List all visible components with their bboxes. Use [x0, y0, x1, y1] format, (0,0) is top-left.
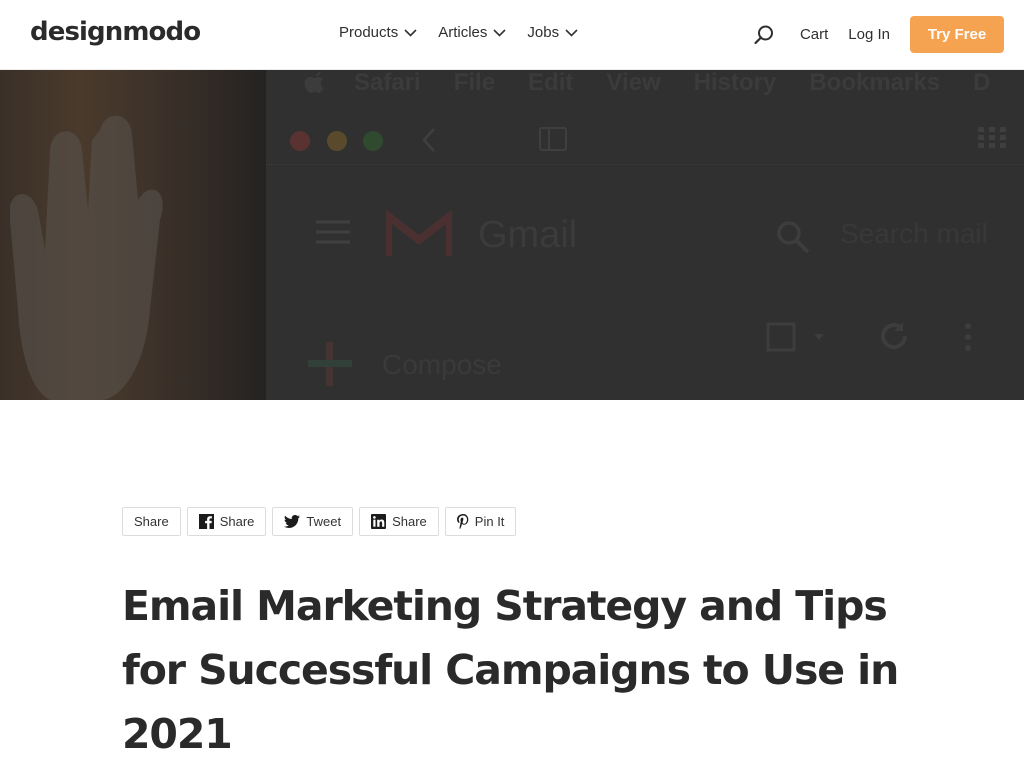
nav-articles[interactable]: Articles	[438, 24, 506, 41]
facebook-share-label: Share	[219, 514, 255, 529]
nav-jobs[interactable]: Jobs	[527, 24, 578, 41]
browser-toolbar	[266, 115, 1024, 165]
apple-icon	[304, 72, 324, 93]
try-free-button[interactable]: Try Free	[910, 16, 1004, 53]
main-nav: Products Articles Jobs	[339, 24, 599, 41]
hamburger-menu-icon	[316, 220, 350, 244]
site-header: designmodo Products Articles Jobs Cart L…	[0, 0, 1024, 70]
hero-hand-area	[0, 70, 266, 400]
twitter-tweet-button[interactable]: Tweet	[272, 507, 354, 536]
nav-articles-label: Articles	[438, 24, 488, 41]
nav-products[interactable]: Products	[339, 24, 417, 41]
chevron-down-icon	[565, 28, 578, 37]
linkedin-share-button[interactable]: Share	[359, 507, 439, 536]
search-icon[interactable]	[753, 24, 775, 46]
apps-grid-icon	[978, 127, 1006, 148]
mac-menu-item: View	[606, 70, 661, 96]
select-checkbox-icon	[766, 322, 824, 352]
compose-label: Compose	[382, 349, 502, 380]
mac-menu-item: Bookmarks	[809, 70, 941, 96]
mac-menu-item: History	[693, 70, 777, 96]
window-minimize-dot	[327, 131, 347, 151]
cart-link[interactable]: Cart	[800, 26, 828, 43]
gmail-search-icon	[777, 221, 810, 254]
share-button[interactable]: Share	[122, 507, 181, 536]
share-label: Share	[134, 514, 169, 529]
article-title: Email Marketing Strategy and Tips for Su…	[122, 582, 899, 758]
chevron-down-icon	[404, 28, 417, 37]
linkedin-share-label: Share	[392, 514, 427, 529]
window-zoom-dot	[363, 131, 383, 151]
hand-silhouette	[10, 115, 163, 400]
linkedin-icon	[371, 514, 387, 529]
pinterest-pin-button[interactable]: Pin It	[444, 507, 517, 536]
twitter-tweet-label: Tweet	[306, 514, 342, 529]
share-bar: Share Share Tweet Share Pin It	[122, 507, 517, 536]
gmail-app-name: Gmail	[478, 214, 578, 256]
chevron-down-icon	[493, 28, 506, 37]
pinterest-icon	[456, 514, 469, 529]
sidebar-toggle-icon	[539, 127, 567, 151]
mac-menu-item: Edit	[528, 70, 574, 96]
facebook-share-button[interactable]: Share	[186, 507, 267, 536]
window-close-dot	[290, 131, 310, 151]
hero-image: Safari File Edit View History Bookmarks …	[0, 70, 1024, 400]
nav-jobs-label: Jobs	[527, 24, 560, 41]
login-link[interactable]: Log In	[848, 26, 890, 43]
pinterest-pin-label: Pin It	[474, 514, 505, 529]
mac-menu-item: File	[453, 70, 496, 96]
header-actions: Cart Log In Try Free	[753, 16, 1004, 53]
gmail-search-placeholder: Search mail	[840, 218, 988, 249]
more-vert-icon	[965, 323, 971, 351]
mac-menu-item: Safari	[354, 70, 421, 96]
gmail-header-row: Gmail Search mail	[266, 198, 1024, 268]
facebook-icon	[198, 514, 214, 529]
back-arrow-icon	[422, 128, 435, 152]
logo[interactable]: designmodo	[30, 17, 201, 47]
gmail-logo-icon	[386, 210, 452, 256]
mac-menu-item: D	[973, 70, 991, 96]
hero-screen: Safari File Edit View History Bookmarks …	[266, 70, 1024, 400]
twitter-icon	[284, 515, 301, 528]
refresh-icon	[881, 322, 908, 350]
nav-products-label: Products	[339, 24, 399, 41]
compose-plus-icon	[308, 342, 352, 386]
mac-menu-bar: Safari File Edit View History Bookmarks …	[266, 70, 1024, 96]
